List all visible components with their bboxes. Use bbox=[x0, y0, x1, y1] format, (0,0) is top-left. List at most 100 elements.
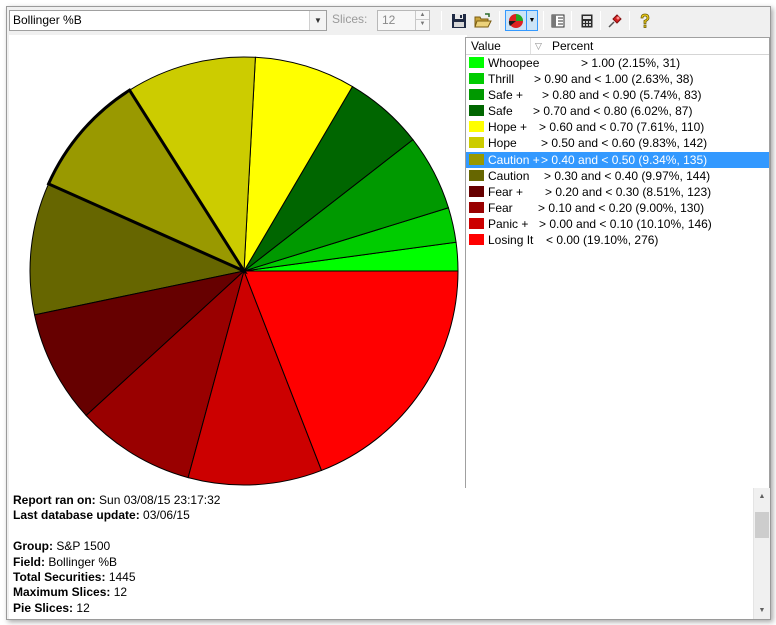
pie-chart[interactable] bbox=[9, 35, 467, 488]
toolbar-separator bbox=[499, 11, 500, 30]
help-icon bbox=[640, 13, 650, 28]
legend-swatch bbox=[469, 217, 484, 229]
chevron-down-icon[interactable]: ▼ bbox=[309, 11, 326, 30]
help-button[interactable] bbox=[634, 10, 656, 31]
legend-item-name: Caution bbox=[488, 168, 530, 183]
legend-item[interactable]: Safe > 0.70 and < 0.80 (6.02%, 87) bbox=[466, 103, 769, 119]
report-pie-line: Pie Slices: 12 bbox=[13, 601, 220, 616]
report-group-value: S&P 1500 bbox=[56, 539, 111, 554]
scroll-down-icon[interactable]: ▼ bbox=[754, 602, 770, 619]
report-max-line: Maximum Slices: 12 bbox=[13, 585, 220, 600]
pin-button[interactable] bbox=[604, 10, 626, 31]
pie-chart-button[interactable] bbox=[505, 10, 527, 31]
toolbar-separator bbox=[571, 11, 572, 30]
legend-item-range: > 0.00 and < 0.10 (10.10%, 146) bbox=[539, 216, 712, 231]
slices-value: 12 bbox=[382, 13, 396, 27]
slices-stepper[interactable]: 12 ▲ ▼ bbox=[377, 10, 430, 31]
legend-item[interactable]: Fear + > 0.20 and < 0.30 (8.51%, 123) bbox=[466, 184, 769, 200]
toolbar-separator bbox=[629, 11, 630, 30]
legend-item-range: < 0.00 (19.10%, 276) bbox=[546, 233, 659, 248]
report-field-value: Bollinger %B bbox=[48, 554, 118, 569]
pin-icon bbox=[608, 13, 622, 28]
legend-swatch bbox=[469, 73, 484, 85]
legend-item-range: > 0.40 and < 0.50 (9.34%, 135) bbox=[541, 152, 708, 167]
chart-type-dropdown[interactable]: ▼ bbox=[527, 10, 538, 31]
legend-item-name: Caution + bbox=[488, 152, 540, 167]
legend-item-range: > 1.00 (2.15%, 31) bbox=[581, 56, 681, 70]
stepper-buttons: ▲ ▼ bbox=[415, 11, 429, 30]
legend-list[interactable]: Value ▽ Percent Whoopee > 1.00 (2.15%, 31… bbox=[465, 37, 770, 490]
legend-swatch bbox=[469, 105, 484, 117]
sort-icon: ▽ bbox=[535, 41, 542, 51]
stepper-up-icon[interactable]: ▲ bbox=[416, 11, 429, 20]
legend-item[interactable]: Caution + > 0.40 and < 0.50 (9.34%, 135) bbox=[466, 151, 769, 168]
legend-item[interactable]: Thrill > 0.90 and < 1.00 (2.63%, 38) bbox=[466, 71, 769, 87]
legend-item-name: Panic + bbox=[488, 216, 529, 231]
column-header-percent[interactable]: Percent bbox=[552, 38, 593, 54]
calculator-icon bbox=[581, 14, 593, 27]
report-max-label: Maximum Slices: bbox=[13, 585, 111, 600]
legend-item-range: > 0.50 and < 0.60 (9.83%, 142) bbox=[541, 136, 708, 151]
report-update-value: 03/06/15 bbox=[143, 508, 190, 523]
legend-rows: Whoopee > 1.00 (2.15%, 31) Thrill > 0.90 an… bbox=[466, 55, 769, 248]
save-button[interactable] bbox=[448, 10, 470, 31]
legend-item[interactable]: Whoopee > 1.00 (2.15%, 31) bbox=[466, 55, 769, 71]
legend-swatch bbox=[469, 121, 484, 133]
report-group-label: Group: bbox=[13, 539, 53, 554]
legend-item[interactable]: Panic + > 0.00 and < 0.10 (10.10%, 146) bbox=[466, 216, 769, 232]
legend-item-name: Whoopee bbox=[488, 56, 540, 70]
toolbar-separator bbox=[543, 11, 544, 30]
legend-item-name: Fear + bbox=[488, 184, 524, 199]
legend-item-name: Thrill bbox=[488, 72, 514, 87]
legend-swatch bbox=[469, 169, 484, 181]
open-button[interactable] bbox=[472, 10, 494, 31]
legend-item-name: Safe + bbox=[488, 88, 524, 103]
legend-item-name: Safe bbox=[488, 104, 513, 119]
report-total-label: Total Securities: bbox=[13, 569, 106, 584]
column-divider[interactable] bbox=[530, 38, 531, 54]
report-field-label: Field: bbox=[13, 554, 45, 569]
calculator-button[interactable] bbox=[576, 10, 598, 31]
report-ran-label: Report ran on: bbox=[13, 493, 96, 507]
toolbar-separator bbox=[441, 11, 442, 30]
legend-item-range: > 0.30 and < 0.40 (9.97%, 144) bbox=[544, 168, 711, 183]
legend-swatch bbox=[469, 234, 484, 246]
legend-swatch bbox=[469, 185, 484, 197]
stepper-down-icon[interactable]: ▼ bbox=[416, 20, 429, 29]
report-view-button[interactable] bbox=[547, 10, 569, 31]
report-field-line: Field: Bollinger %B bbox=[13, 555, 220, 570]
legend-swatch bbox=[469, 153, 484, 165]
legend-item-name: Fear bbox=[488, 200, 513, 215]
scroll-up-icon[interactable]: ▲ bbox=[754, 488, 770, 505]
report-text: Report ran on: Sun 03/08/15 23:17:32 Las… bbox=[13, 493, 220, 616]
report-update-label: Last database update: bbox=[13, 508, 140, 523]
toolbar: Bollinger %B ▼ Slices: 12 ▲ ▼ ▼ bbox=[7, 7, 770, 35]
legend-header: Value ▽ Percent bbox=[466, 38, 769, 55]
chart-area bbox=[9, 35, 467, 488]
open-folder-icon bbox=[474, 12, 492, 27]
legend-item-range: > 0.60 and < 0.70 (7.61%, 110) bbox=[539, 120, 705, 135]
report-ran-line: Report ran on: Sun 03/08/15 23:17:32 bbox=[13, 493, 220, 508]
column-header-value[interactable]: Value bbox=[471, 38, 501, 54]
legend-item-range: > 0.10 and < 0.20 (9.00%, 130) bbox=[538, 200, 705, 215]
legend-item[interactable]: Caution > 0.30 and < 0.40 (9.97%, 144) bbox=[466, 168, 769, 184]
legend-item-name: Hope bbox=[488, 136, 517, 151]
field-select[interactable]: Bollinger %B ▼ bbox=[9, 10, 327, 31]
legend-item-range: > 0.90 and < 1.00 (2.63%, 38) bbox=[534, 72, 694, 87]
legend-item[interactable]: Hope + > 0.60 and < 0.70 (7.61%, 110) bbox=[466, 119, 769, 135]
legend-item[interactable]: Fear > 0.10 and < 0.20 (9.00%, 130) bbox=[466, 200, 769, 216]
report-scrollbar[interactable]: ▲ ▼ bbox=[753, 488, 770, 619]
legend-item[interactable]: Hope > 0.50 and < 0.60 (9.83%, 142) bbox=[466, 135, 769, 151]
report-ran-value: Sun 03/08/15 23:17:32 bbox=[99, 493, 221, 507]
scroll-thumb[interactable] bbox=[755, 512, 769, 538]
legend-item[interactable]: Safe + > 0.80 and < 0.90 (5.74%, 83) bbox=[466, 87, 769, 103]
legend-item-range: > 0.70 and < 0.80 (6.02%, 87) bbox=[533, 104, 693, 119]
legend-item-range: > 0.20 and < 0.30 (8.51%, 123) bbox=[545, 184, 712, 199]
legend-swatch bbox=[469, 89, 484, 101]
report-pie-value: 12 bbox=[76, 600, 90, 615]
legend-item-name: Hope + bbox=[488, 120, 528, 135]
legend-swatch bbox=[469, 137, 484, 149]
legend-item[interactable]: Losing It < 0.00 (19.10%, 276) bbox=[466, 232, 769, 248]
report-group-line: Group: S&P 1500 bbox=[13, 539, 220, 554]
slices-label: Slices: bbox=[332, 12, 368, 26]
